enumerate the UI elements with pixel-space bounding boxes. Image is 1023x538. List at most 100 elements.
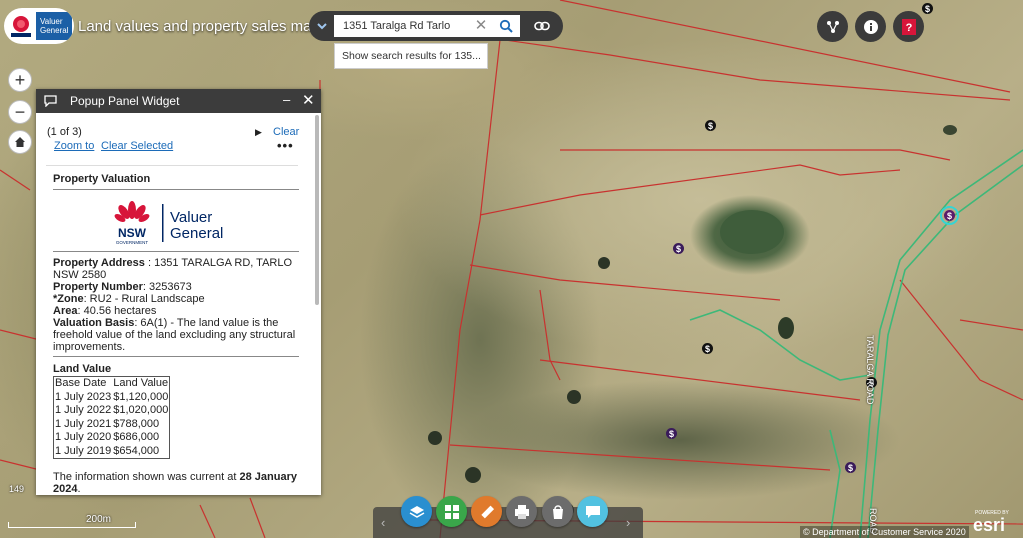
popup-panel: Popup Panel Widget – ✕ (1 of 3) ▶ Clear … xyxy=(36,89,321,495)
table-cell: 1 July 2021 xyxy=(55,417,112,430)
toolbar-next-icon[interactable]: › xyxy=(626,515,630,530)
creek-line xyxy=(829,429,841,538)
comment-icon xyxy=(44,95,57,107)
info-button[interactable] xyxy=(855,11,886,42)
dam-water xyxy=(778,317,794,339)
zone-value: : RU2 - Rural Landscape xyxy=(83,293,205,305)
toolbar-prev-icon[interactable]: ‹ xyxy=(381,515,385,530)
home-icon xyxy=(15,137,25,147)
table-cell: 1 July 2019 xyxy=(55,444,112,457)
sale-marker-selected[interactable]: $ xyxy=(940,206,959,225)
next-feature-icon[interactable]: ▶ xyxy=(255,127,262,138)
sale-marker[interactable]: $ xyxy=(666,428,677,439)
dam-water xyxy=(428,431,442,445)
clear-selected-link[interactable]: Clear Selected xyxy=(101,140,173,152)
parcel-boundary xyxy=(0,459,41,471)
logo-text-line2: General xyxy=(40,26,69,35)
app-title: Land values and property sales map xyxy=(78,18,320,35)
table-cell: $686,000 xyxy=(113,431,160,443)
copyright-text: © Department of Customer Service 2020 xyxy=(800,526,969,538)
scale-bar xyxy=(8,522,136,528)
parcel-boundary xyxy=(469,264,781,301)
comment-icon xyxy=(585,505,600,518)
share-button[interactable] xyxy=(817,11,848,42)
zone-label: *Zone xyxy=(53,293,84,305)
nsw-valuer-general-logo: Valuer General xyxy=(4,8,74,44)
property-number-label: Property Number xyxy=(53,281,143,293)
table-cell: 1 July 2022 xyxy=(55,404,112,416)
sale-marker[interactable]: $ xyxy=(673,243,684,254)
popup-panel-header[interactable]: Popup Panel Widget – ✕ xyxy=(36,89,321,113)
home-button[interactable] xyxy=(8,130,32,154)
clear-search-icon[interactable]: ✕ xyxy=(472,16,490,36)
share-network-icon xyxy=(826,20,839,33)
popup-panel-title: Popup Panel Widget xyxy=(70,94,180,108)
layers-icon xyxy=(409,505,424,518)
parcel-boundary xyxy=(959,319,1023,331)
table-header: Base Date xyxy=(55,377,107,389)
popup-pager: (1 of 3) xyxy=(47,126,82,138)
table-row: 1 July 2022 $1,020,000 xyxy=(54,404,170,418)
zoom-out-button[interactable]: − xyxy=(8,100,32,124)
road-label: TARALGA ROAD xyxy=(865,335,875,405)
print-button[interactable] xyxy=(506,496,537,527)
table-cell: 1 July 2023 xyxy=(55,390,112,403)
parcel-boundary xyxy=(439,39,501,538)
table-row: 1 July 2023 $1,120,000 xyxy=(54,391,170,405)
help-button[interactable]: ? xyxy=(893,11,924,42)
search-source-dropdown[interactable] xyxy=(312,14,332,38)
parcel-boundary xyxy=(504,39,1011,101)
dam-water xyxy=(943,125,957,135)
link-button[interactable] xyxy=(529,13,555,39)
search-suggestion-text: Show search results for 135... xyxy=(342,50,481,62)
creek-line xyxy=(689,309,871,381)
table-row: 1 July 2020 $686,000 xyxy=(54,431,170,445)
zoom-to-link[interactable]: Zoom to xyxy=(54,140,94,152)
esri-logo[interactable]: esri xyxy=(973,515,1005,536)
chevron-down-icon xyxy=(317,23,327,30)
zoom-in-button[interactable]: + xyxy=(8,68,32,92)
measure-button[interactable] xyxy=(471,496,502,527)
basemap-button[interactable] xyxy=(436,496,467,527)
svg-text:GOVERNMENT: GOVERNMENT xyxy=(116,240,149,245)
land-value-title: Land Value xyxy=(53,363,112,375)
road-line xyxy=(867,164,1023,538)
search-icon xyxy=(499,19,513,33)
road-line xyxy=(859,149,1023,538)
panel-scrollbar[interactable] xyxy=(315,115,319,305)
dam-water xyxy=(567,390,581,404)
parcel-boundary xyxy=(199,504,216,538)
note-suffix: . xyxy=(77,483,81,495)
land-value-table: Base Date Land Value 1 July 2023 $1,120,… xyxy=(53,376,171,459)
divider xyxy=(53,356,299,357)
table-row: 1 July 2021 $788,000 xyxy=(54,418,170,432)
search-suggestion[interactable]: Show search results for 135... xyxy=(334,43,488,69)
more-options-icon[interactable]: ••• xyxy=(277,138,294,153)
coordinate-readout: 149 xyxy=(9,484,25,494)
close-icon[interactable]: ✕ xyxy=(302,91,315,109)
sale-marker[interactable]: $ xyxy=(845,462,856,473)
search-button[interactable] xyxy=(492,15,520,37)
sale-marker[interactable]: $ xyxy=(702,343,713,354)
waratah-icon xyxy=(11,16,31,37)
valuation-basis-label: Valuation Basis xyxy=(53,317,135,329)
comment-button[interactable] xyxy=(577,496,608,527)
table-cell: $1,020,000 xyxy=(113,404,169,416)
logo-text-line1: Valuer xyxy=(40,17,63,26)
table-header-row: Base Date Land Value xyxy=(54,377,170,391)
table-cell: 1 July 2020 xyxy=(55,431,112,443)
svg-text:?: ? xyxy=(905,22,912,34)
minimize-icon[interactable]: – xyxy=(283,92,290,107)
parcel-boundary xyxy=(0,169,31,191)
parcel-boundary xyxy=(899,279,1023,401)
layers-button[interactable] xyxy=(401,496,432,527)
parcel-boundary xyxy=(560,149,951,161)
clear-link[interactable]: Clear xyxy=(273,126,299,138)
svg-text:NSW: NSW xyxy=(118,226,147,240)
basemap-grid-icon xyxy=(444,504,459,519)
dam-water xyxy=(720,210,784,254)
sale-marker[interactable]: $ xyxy=(922,3,933,14)
sale-marker[interactable]: $ xyxy=(705,120,716,131)
parcel-boundary xyxy=(539,289,561,381)
bookmark-button[interactable] xyxy=(542,496,573,527)
